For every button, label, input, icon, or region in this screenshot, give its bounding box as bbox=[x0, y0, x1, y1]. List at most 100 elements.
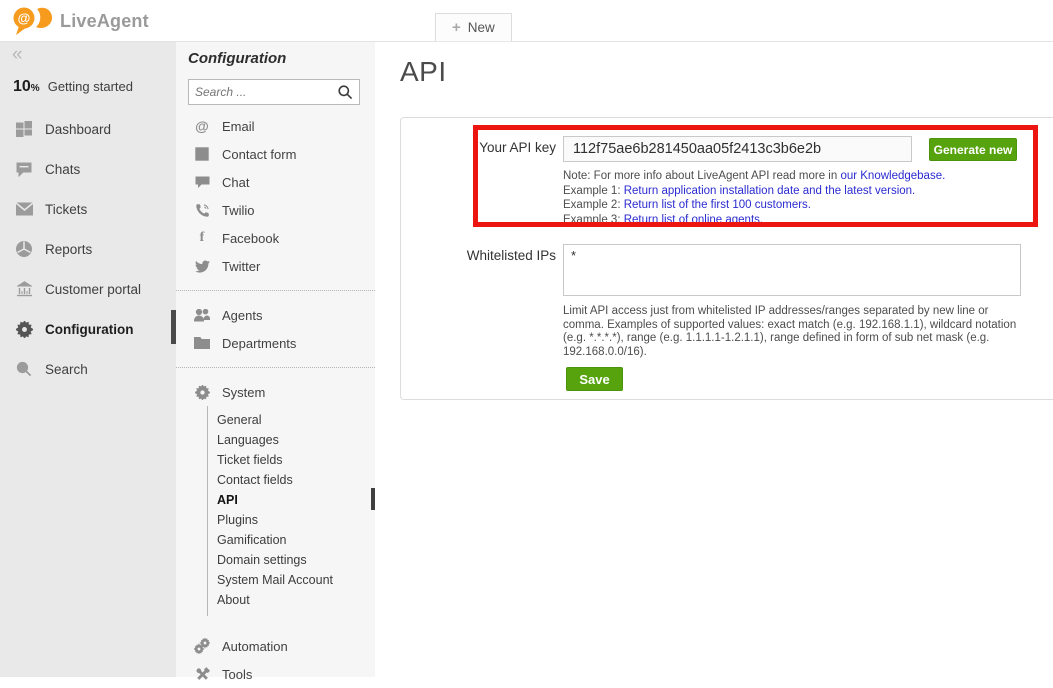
system-sub-item-plugins[interactable]: Plugins bbox=[208, 510, 375, 530]
sidebar-item-reports[interactable]: Reports bbox=[0, 229, 176, 269]
example3-link[interactable]: Return list of online agents. bbox=[624, 214, 763, 226]
sidebar-item-label: Tickets bbox=[45, 202, 87, 217]
getting-started-percent: 10 bbox=[13, 78, 31, 96]
brand-name: LiveAgent bbox=[60, 11, 149, 32]
phone-icon bbox=[191, 203, 213, 218]
config-item-label: Departments bbox=[222, 336, 296, 351]
system-sub-item-languages[interactable]: Languages bbox=[208, 430, 375, 450]
search-icon[interactable] bbox=[337, 84, 359, 100]
main-content: API Your API key Generate new Note: For … bbox=[375, 42, 1053, 677]
config-item-automation[interactable]: Automation bbox=[176, 632, 375, 660]
pie-chart-icon bbox=[14, 241, 34, 257]
svg-text:@: @ bbox=[18, 11, 31, 26]
whitelisted-ips-help: Limit API access just from whitelisted I… bbox=[563, 305, 1026, 359]
api-key-notes: Note: For more info about LiveAgent API … bbox=[563, 169, 945, 227]
liveagent-logo-icon: @ bbox=[12, 6, 54, 36]
twitter-bird-icon bbox=[191, 260, 213, 273]
contact-form-icon bbox=[191, 147, 213, 161]
sidebar-item-label: Chats bbox=[45, 162, 80, 177]
sidebar-item-tickets[interactable]: Tickets bbox=[0, 189, 176, 229]
whitelisted-ips-textarea[interactable]: * bbox=[563, 244, 1021, 296]
facebook-icon: f bbox=[191, 231, 213, 245]
plus-icon: + bbox=[452, 20, 461, 35]
api-key-input[interactable] bbox=[563, 136, 912, 162]
system-sub-item-contact-fields[interactable]: Contact fields bbox=[208, 470, 375, 490]
config-item-label: Contact form bbox=[222, 147, 296, 162]
example-text: Example 1: bbox=[563, 185, 624, 197]
sidebar-item-label: Search bbox=[45, 362, 88, 377]
system-sub-item-system-mail-account[interactable]: System Mail Account bbox=[208, 570, 375, 590]
config-item-label: Tools bbox=[222, 667, 252, 682]
sidebar-item-label: Dashboard bbox=[45, 122, 111, 137]
collapse-sidebar-icon[interactable]: « bbox=[12, 44, 23, 66]
save-button[interactable]: Save bbox=[566, 367, 623, 391]
whitelisted-ips-label: Whitelisted IPs bbox=[401, 248, 556, 263]
divider bbox=[176, 290, 375, 291]
sidebar-item-getting-started[interactable]: 10 % Getting started bbox=[13, 78, 133, 96]
new-button[interactable]: + New bbox=[435, 13, 512, 42]
api-settings-card: Your API key Generate new Note: For more… bbox=[400, 117, 1053, 400]
config-item-departments[interactable]: Departments bbox=[176, 329, 375, 357]
gear-icon bbox=[14, 321, 34, 338]
folder-icon bbox=[191, 337, 213, 349]
sidebar-item-label: Configuration bbox=[45, 322, 133, 337]
double-gear-icon bbox=[191, 638, 213, 654]
config-item-email[interactable]: @ Email bbox=[176, 112, 375, 140]
search-icon bbox=[14, 361, 34, 377]
sidebar-item-configuration[interactable]: Configuration bbox=[0, 309, 176, 349]
sidebar-item-chats[interactable]: Chats bbox=[0, 149, 176, 189]
system-sub-item-general[interactable]: General bbox=[208, 410, 375, 430]
config-item-label: Chat bbox=[222, 175, 249, 190]
liveagent-logo[interactable]: @ LiveAgent bbox=[12, 6, 149, 36]
config-item-twilio[interactable]: Twilio bbox=[176, 196, 375, 224]
system-sub-item-domain-settings[interactable]: Domain settings bbox=[208, 550, 375, 570]
configuration-search-box bbox=[188, 79, 360, 105]
example2-link[interactable]: Return list of the first 100 customers. bbox=[624, 199, 811, 211]
config-item-label: Twilio bbox=[222, 203, 255, 218]
configuration-panel: Configuration @ Email Contact form Chat bbox=[176, 42, 375, 677]
example1-link[interactable]: Return application installation date and… bbox=[624, 185, 916, 197]
config-item-facebook[interactable]: f Facebook bbox=[176, 224, 375, 252]
config-item-label: Email bbox=[222, 119, 255, 134]
config-item-tools[interactable]: Tools bbox=[176, 660, 375, 688]
configuration-panel-title: Configuration bbox=[188, 50, 286, 67]
api-key-label: Your API key bbox=[401, 140, 556, 155]
chat-bubble-icon bbox=[191, 176, 213, 189]
tools-icon bbox=[191, 667, 213, 682]
sidebar-item-dashboard[interactable]: Dashboard bbox=[0, 109, 176, 149]
sidebar-item-label: Reports bbox=[45, 242, 92, 257]
getting-started-label: Getting started bbox=[48, 79, 133, 94]
note-text: Note: For more info about LiveAgent API … bbox=[563, 170, 840, 182]
example-text: Example 3: bbox=[563, 214, 624, 226]
configuration-list: @ Email Contact form Chat Twilio f Faceb… bbox=[176, 112, 375, 688]
sidebar-item-search[interactable]: Search bbox=[0, 349, 176, 389]
dashboard-icon bbox=[14, 121, 34, 137]
sidebar-item-customer-portal[interactable]: Customer portal bbox=[0, 269, 176, 309]
example-line: Example 3: Return list of online agents. bbox=[563, 213, 945, 228]
envelope-icon bbox=[14, 202, 34, 216]
top-bar: @ LiveAgent + New bbox=[0, 0, 1053, 42]
config-item-label: Facebook bbox=[222, 231, 279, 246]
config-item-contact-form[interactable]: Contact form bbox=[176, 140, 375, 168]
divider bbox=[176, 367, 375, 368]
system-sub-item-about[interactable]: About bbox=[208, 590, 375, 610]
bank-building-icon bbox=[14, 281, 34, 297]
system-sub-item-ticket-fields[interactable]: Ticket fields bbox=[208, 450, 375, 470]
example-line: Example 1: Return application installati… bbox=[563, 184, 945, 199]
config-item-chat[interactable]: Chat bbox=[176, 168, 375, 196]
system-sub-item-api[interactable]: API bbox=[208, 490, 375, 510]
system-sub-list: General Languages Ticket fields Contact … bbox=[207, 406, 375, 616]
configuration-search-input[interactable] bbox=[189, 85, 337, 99]
left-sidebar: « 10 % Getting started Dashboard Chats T… bbox=[0, 42, 176, 677]
agents-people-icon bbox=[191, 309, 213, 322]
config-item-twitter[interactable]: Twitter bbox=[176, 252, 375, 280]
sidebar-nav: Dashboard Chats Tickets Reports Customer… bbox=[0, 109, 176, 389]
generate-new-button[interactable]: Generate new bbox=[929, 138, 1017, 161]
system-sub-item-gamification[interactable]: Gamification bbox=[208, 530, 375, 550]
config-item-system[interactable]: System bbox=[176, 378, 375, 406]
knowledgebase-link[interactable]: our Knowledgebase. bbox=[840, 170, 945, 182]
config-item-agents[interactable]: Agents bbox=[176, 301, 375, 329]
gear-icon bbox=[191, 385, 213, 400]
config-item-label: Agents bbox=[222, 308, 262, 323]
sidebar-item-label: Customer portal bbox=[45, 282, 141, 297]
